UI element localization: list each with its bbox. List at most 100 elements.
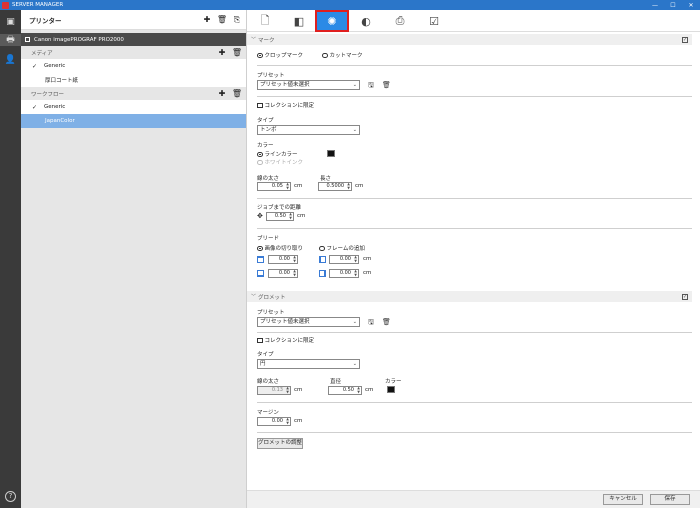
spinner-icon[interactable]: ▲ ▼ [354, 255, 357, 263]
delete-printer-button[interactable]: 🗑 [216, 14, 228, 26]
user-icon[interactable]: 👤 [4, 54, 17, 66]
divider [257, 65, 692, 66]
spinner-icon[interactable]: ▲ ▼ [293, 269, 296, 277]
line-width-input[interactable]: 0.05 ▲ ▼ [257, 182, 291, 191]
margin-value: 0.00 [271, 418, 283, 424]
tab-verify-icon[interactable]: ☑ [419, 12, 449, 30]
grommet-color-swatch[interactable] [387, 386, 395, 393]
chevron-down-icon: ⌄ [352, 127, 357, 133]
collection-limit-label: コレクションに限定 [264, 103, 315, 109]
grommet-enable-checkbox[interactable]: ✓ [682, 293, 688, 300]
bleed-left-input[interactable]: 0.00 ▲ ▼ [329, 255, 359, 264]
divider [257, 228, 692, 229]
media-label: メディア [31, 50, 53, 57]
distance-icon: ✥ [257, 212, 263, 220]
delete-workflow-button[interactable]: 🗑 [231, 88, 243, 100]
spinner-icon[interactable]: ▲ ▼ [347, 182, 350, 190]
grommet-line-width-label: 線の太さ [257, 379, 280, 385]
radio-bleed-crop[interactable]: 画像の切り取り [257, 244, 303, 252]
add-media-button[interactable]: ✚ [216, 47, 228, 59]
radio-line-color[interactable]: ラインカラー [257, 150, 298, 158]
spinner-icon[interactable]: ▲ ▼ [286, 417, 289, 425]
radio-cut-mark[interactable]: カットマーク [322, 51, 363, 59]
grommet-collection-limit-checkbox[interactable]: コレクションに限定 [257, 336, 314, 344]
bleed-bottom-value: 0.00 [278, 270, 290, 276]
radio-bleed-frame[interactable]: フレームの追加 [319, 244, 365, 252]
add-printer-button[interactable]: ✚ [201, 14, 213, 26]
spinner-icon[interactable]: ▲ ▼ [286, 182, 289, 190]
spinner-icon[interactable]: ▲ ▼ [293, 255, 296, 263]
margin-input[interactable]: 0.00 ▲ ▼ [257, 417, 291, 426]
media-item-generic[interactable]: ✓ Generic [21, 59, 246, 73]
delete-preset-icon[interactable]: 🗑 [382, 81, 391, 89]
length-input[interactable]: 0.5000 ▲ ▼ [318, 182, 352, 191]
length-label: 長さ [320, 176, 332, 182]
tab-layout-icon[interactable]: ◧ [284, 12, 314, 30]
cancel-button[interactable]: キャンセル [603, 494, 643, 505]
divider [257, 332, 692, 333]
grommet-type-select[interactable]: 円 ⌄ [257, 359, 360, 369]
grommet-section-title: グロメット [258, 294, 286, 301]
collection-limit-checkbox[interactable]: コレクションに限定 [257, 101, 314, 109]
media-section: メディア ✚ 🗑 [21, 46, 246, 59]
printer-item[interactable]: Canon imagePROGRAF PRO2000 [21, 33, 246, 46]
workflow-item-japancolor[interactable]: JapanColor [21, 114, 246, 128]
spinner-icon[interactable]: ▲ ▼ [289, 212, 292, 220]
mark-enable-checkbox[interactable]: ✓ [682, 36, 688, 43]
app-icon [2, 1, 9, 9]
delete-preset-icon[interactable]: 🗑 [382, 318, 391, 326]
grommet-section-header[interactable]: ﹀ グロメット ✓ [247, 291, 692, 302]
bleed-right-input[interactable]: 0.00 ▲ ▼ [329, 269, 359, 278]
close-button[interactable]: ✕ [682, 2, 700, 9]
unit-label: cm [294, 418, 303, 424]
chevron-down-icon: ﹀ [251, 37, 257, 43]
spinner-icon[interactable]: ▲ ▼ [354, 269, 357, 277]
bleed-bottom-input[interactable]: 0.00 ▲ ▼ [268, 269, 298, 278]
delete-media-button[interactable]: 🗑 [231, 47, 243, 59]
tab-document-icon[interactable]: 🗋 [250, 12, 280, 30]
unit-label: cm [294, 387, 303, 393]
add-workflow-button[interactable]: ✚ [216, 88, 228, 100]
checkbox-icon [257, 337, 263, 344]
spinner-icon[interactable]: ▲ ▼ [286, 386, 289, 394]
mark-section-header[interactable]: ﹀ マーク ✓ [247, 34, 692, 45]
printer-icon[interactable]: 🖶 [0, 34, 21, 46]
import-button[interactable]: ⎘ [231, 14, 243, 26]
color-label: カラー [257, 143, 274, 149]
info-icon[interactable]: ▣ [4, 16, 17, 28]
title-bar: SERVER MANAGER — ☐ ✕ [0, 0, 700, 10]
maximize-button[interactable]: ☐ [664, 2, 682, 9]
help-icon[interactable]: ? [5, 491, 16, 502]
grommet-preset-select[interactable]: プリセット値未選択 ⌄ [257, 317, 360, 327]
printer-name: Canon imagePROGRAF PRO2000 [34, 36, 124, 43]
radio-crop-label: クロップマーク [264, 53, 304, 59]
divider [257, 432, 692, 433]
bleed-top-icon [257, 256, 264, 263]
tab-print-icon[interactable]: ⎙ [385, 12, 415, 30]
radio-white-ink[interactable]: ホワイトインク [257, 158, 303, 166]
minimize-button[interactable]: — [646, 2, 664, 9]
bleed-crop-label: 画像の切り取り [264, 246, 304, 252]
radio-crop-mark[interactable]: クロップマーク [257, 51, 303, 59]
mark-preset-select[interactable]: プリセット値未選択 ⌄ [257, 80, 360, 90]
distance-input[interactable]: 0.50 ▲ ▼ [266, 212, 294, 221]
spinner-icon[interactable]: ▲ ▼ [357, 386, 360, 394]
save-preset-icon[interactable]: 🖫 [368, 318, 374, 329]
mark-type-select[interactable]: トンボ ⌄ [257, 125, 360, 135]
media-item-coated[interactable]: 厚口コート紙 [21, 73, 246, 87]
save-preset-icon[interactable]: 🖫 [368, 81, 374, 92]
save-button[interactable]: 保存 [650, 494, 690, 505]
grommet-adjust-button[interactable]: グロメットの調整 [257, 438, 303, 449]
tab-color-icon[interactable]: ◐ [351, 12, 381, 30]
grommet-preset-label: プリセット [257, 310, 285, 316]
tab-marks-icon[interactable]: ✺ [315, 10, 349, 32]
bleed-top-input[interactable]: 0.00 ▲ ▼ [268, 255, 298, 264]
line-color-swatch[interactable] [327, 150, 335, 157]
grommet-line-width-input[interactable]: 0.13 ▲ ▼ [257, 386, 291, 395]
unit-label: cm [365, 387, 374, 393]
workflow-section: ワークフロー ✚ 🗑 [21, 87, 246, 100]
radio-cut-label: カットマーク [329, 53, 363, 59]
grommet-type-value: 円 [260, 361, 266, 367]
workflow-item-generic[interactable]: ✓ Generic [21, 100, 246, 114]
diameter-input[interactable]: 0.50 ▲ ▼ [328, 386, 362, 395]
